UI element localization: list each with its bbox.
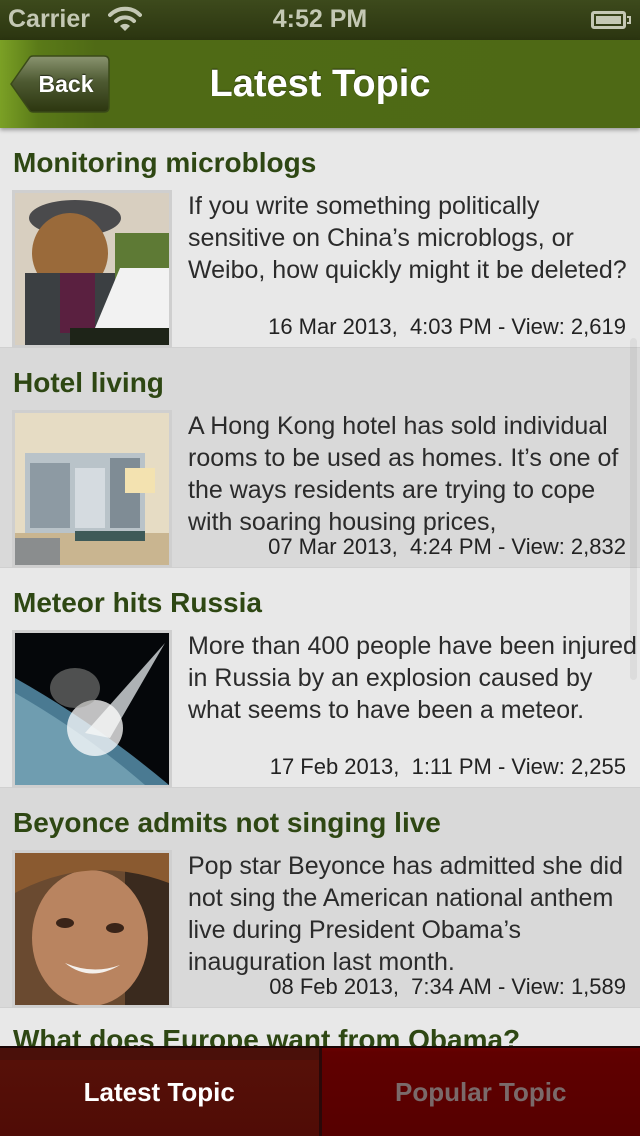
status-bar: Carrier 4:52 PM xyxy=(0,0,640,40)
article-description: A Hong Kong hotel has sold individual ro… xyxy=(188,412,619,536)
article-meta: 16 Mar 2013, 4:03 PM - View: 2,619 xyxy=(268,314,626,339)
article-row[interactable]: Meteor hits Russia More than 400 people … xyxy=(0,568,640,788)
article-description: Pop star Beyonce has admitted she did no… xyxy=(188,852,623,976)
article-description: If you write something politically sensi… xyxy=(188,192,627,284)
article-meta: 17 Feb 2013, 1:11 PM - View: 2,255 xyxy=(269,754,626,779)
article-meta: 08 Feb 2013, 7:34 AM - View: 1,589 xyxy=(269,974,626,999)
article-meta: 07 Mar 2013, 4:24 PM - View: 2,832 xyxy=(268,534,626,559)
tab-latest-topic[interactable]: Latest Topic xyxy=(0,1048,319,1136)
navigation-bar: Latest Topic Back xyxy=(0,40,640,128)
back-button[interactable]: Back xyxy=(10,55,110,113)
article-title: What does Europe want from Obama? xyxy=(13,1024,521,1048)
back-button-label: Back xyxy=(38,71,94,97)
woman-with-laptop-photo xyxy=(12,190,172,348)
tab-label: Popular Topic xyxy=(395,1077,567,1107)
article-row[interactable]: Hotel living A Hong Kong hotel has sold … xyxy=(0,348,640,568)
article-row[interactable]: Monitoring microblogs If you write somet… xyxy=(0,128,640,348)
article-title: Monitoring microblogs xyxy=(13,147,317,178)
article-title: Meteor hits Russia xyxy=(13,587,262,618)
hotel-room-photo xyxy=(12,410,172,568)
article-row[interactable]: What does Europe want from Obama? xyxy=(0,1008,640,1048)
article-description: More than 400 people have been injured i… xyxy=(188,632,637,724)
meteor-earth-photo xyxy=(12,630,172,788)
beyonce-portrait-photo xyxy=(12,850,172,1008)
article-title: Beyonce admits not singing live xyxy=(13,807,441,838)
article-title: Hotel living xyxy=(13,367,164,398)
tab-label: Latest Topic xyxy=(83,1077,235,1107)
clock-label: 4:52 PM xyxy=(272,5,368,33)
scroll-indicator[interactable] xyxy=(630,338,637,680)
tab-popular-topic[interactable]: Popular Topic xyxy=(321,1048,640,1136)
battery-icon xyxy=(591,11,631,29)
article-list[interactable]: Monitoring microblogs If you write somet… xyxy=(0,128,640,1048)
tab-bar: Latest Topic Popular Topic xyxy=(0,1046,640,1136)
article-row[interactable]: Beyonce admits not singing live Pop star… xyxy=(0,788,640,1008)
